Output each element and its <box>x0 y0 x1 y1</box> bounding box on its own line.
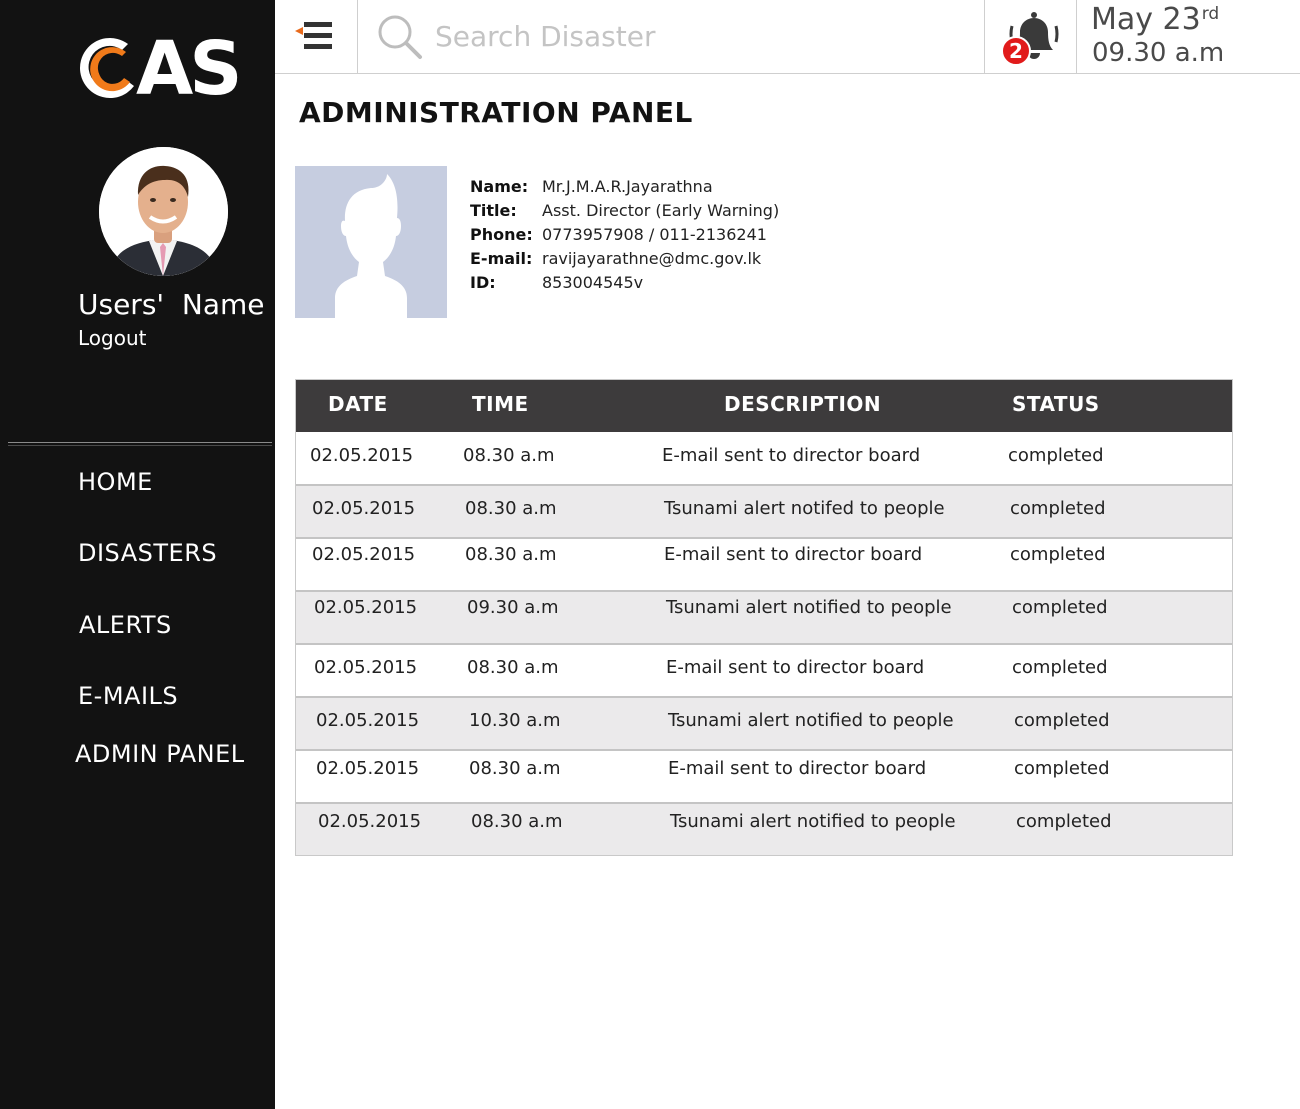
table-header: DATE TIME DESCRIPTION STATUS <box>296 380 1232 432</box>
cell-status: completed <box>1016 811 1112 832</box>
profile-id-value: 853004545v <box>542 273 644 292</box>
profile-email-value: ravijayarathne@dmc.gov.lk <box>542 249 762 268</box>
cell-time: 08.30 a.m <box>467 657 559 678</box>
cell-description: E-mail sent to director board <box>664 544 923 565</box>
nav-item-alerts[interactable]: ALERTS <box>79 611 172 639</box>
search-input[interactable] <box>435 12 955 60</box>
profile-info: Name: Mr.J.M.A.R.Jayarathna Title: Asst.… <box>470 177 779 297</box>
cell-status: completed <box>1010 498 1106 519</box>
cell-time: 08.30 a.m <box>465 498 557 519</box>
nav-item-disasters[interactable]: DISASTERS <box>78 539 217 567</box>
hamburger-collapse-icon <box>295 22 332 49</box>
logo-text: AS <box>136 26 243 112</box>
cell-date: 02.05.2015 <box>316 758 420 779</box>
profile-field-label: Name: <box>470 177 529 196</box>
app-logo[interactable]: AS <box>76 30 251 108</box>
profile-photo-placeholder <box>295 166 447 318</box>
cell-description: Tsunami alert notifed to people <box>664 498 945 519</box>
date-suffix: rd <box>1201 4 1220 24</box>
cell-date: 02.05.2015 <box>318 811 422 832</box>
table-row[interactable]: 02.05.2015 10.30 a.m Tsunami alert notif… <box>296 696 1232 749</box>
table-row[interactable]: 02.05.2015 08.30 a.m Tsunami alert notif… <box>296 484 1232 537</box>
nav-item-home[interactable]: HOME <box>78 468 153 496</box>
date-text: May 23 <box>1091 2 1201 37</box>
current-time: 09.30 a.m <box>1092 38 1225 68</box>
cell-time: 09.30 a.m <box>467 597 559 618</box>
cell-date: 02.05.2015 <box>312 498 416 519</box>
table-row[interactable]: 02.05.2015 08.30 a.m E-mail sent to dire… <box>296 643 1232 696</box>
top-bar: 2 May 23rd 09.30 a.m <box>275 0 1300 74</box>
current-date: May 23rd <box>1091 2 1219 37</box>
cell-status: completed <box>1010 544 1106 565</box>
profile-field-label: ID: <box>470 273 496 292</box>
cell-status: completed <box>1008 445 1104 466</box>
column-header-time[interactable]: TIME <box>472 392 529 416</box>
notification-count-badge: 2 <box>1001 36 1031 66</box>
cell-description: E-mail sent to director board <box>668 758 927 779</box>
profile-phone-row: Phone: 0773957908 / 011-2136241 <box>470 225 779 249</box>
cell-time: 08.30 a.m <box>469 758 561 779</box>
profile-id-row: ID: 853004545v <box>470 273 779 297</box>
profile-title-row: Title: Asst. Director (Early Warning) <box>470 201 779 225</box>
column-header-status[interactable]: STATUS <box>1012 392 1100 416</box>
cell-description: E-mail sent to director board <box>662 445 921 466</box>
table-row[interactable]: 02.05.2015 08.30 a.m E-mail sent to dire… <box>296 432 1232 484</box>
bell-icon <box>1009 12 1059 59</box>
cell-status: completed <box>1012 657 1108 678</box>
cell-date: 02.05.2015 <box>312 544 416 565</box>
cell-description: Tsunami alert notified to people <box>668 710 954 731</box>
activity-table: DATE TIME DESCRIPTION STATUS 02.05.2015 … <box>295 379 1233 856</box>
profile-name-value: Mr.J.M.A.R.Jayarathna <box>542 177 713 196</box>
cell-date: 02.05.2015 <box>314 597 418 618</box>
table-row[interactable]: 02.05.2015 08.30 a.m E-mail sent to dire… <box>296 537 1232 590</box>
column-header-date[interactable]: DATE <box>328 392 388 416</box>
cell-date: 02.05.2015 <box>310 445 414 466</box>
cell-time: 08.30 a.m <box>463 445 555 466</box>
notifications-button[interactable]: 2 <box>984 0 1077 74</box>
cell-description: Tsunami alert notified to people <box>666 597 952 618</box>
sidebar: AS Users' Name Logout HOME DISASTERS ALE… <box>0 0 275 1109</box>
cell-date: 02.05.2015 <box>314 657 418 678</box>
cell-date: 02.05.2015 <box>316 710 420 731</box>
cell-status: completed <box>1014 758 1110 779</box>
profile-field-label: Title: <box>470 201 517 220</box>
table-row[interactable]: 02.05.2015 08.30 a.m Tsunami alert notif… <box>296 802 1232 855</box>
page-title: ADMINISTRATION PANEL <box>299 96 693 129</box>
search-icon[interactable] <box>375 12 425 62</box>
cell-status: completed <box>1014 710 1110 731</box>
user-name: Users' Name <box>78 288 265 321</box>
cell-description: Tsunami alert notified to people <box>670 811 956 832</box>
profile-email-row: E-mail: ravijayarathne@dmc.gov.lk <box>470 249 779 273</box>
nav-item-emails[interactable]: E-MAILS <box>78 682 178 710</box>
table-row[interactable]: 02.05.2015 08.30 a.m E-mail sent to dire… <box>296 749 1232 802</box>
profile-title-value: Asst. Director (Early Warning) <box>542 201 780 220</box>
person-silhouette-icon <box>295 166 447 318</box>
profile-name-row: Name: Mr.J.M.A.R.Jayarathna <box>470 177 779 201</box>
cell-description: E-mail sent to director board <box>666 657 925 678</box>
profile-phone-value: 0773957908 / 011-2136241 <box>542 225 767 244</box>
user-avatar[interactable] <box>99 147 228 276</box>
profile-field-label: E-mail: <box>470 249 533 268</box>
sidebar-divider <box>8 442 272 446</box>
nav-item-admin-panel[interactable]: ADMIN PANEL <box>75 740 245 768</box>
cell-time: 08.30 a.m <box>471 811 563 832</box>
profile-field-label: Phone: <box>470 225 533 244</box>
cell-time: 10.30 a.m <box>469 710 561 731</box>
menu-toggle-button[interactable] <box>275 0 358 74</box>
column-header-description[interactable]: DESCRIPTION <box>724 392 881 416</box>
table-row[interactable]: 02.05.2015 09.30 a.m Tsunami alert notif… <box>296 590 1232 643</box>
cell-status: completed <box>1012 597 1108 618</box>
cell-time: 08.30 a.m <box>465 544 557 565</box>
logout-link[interactable]: Logout <box>78 326 146 350</box>
